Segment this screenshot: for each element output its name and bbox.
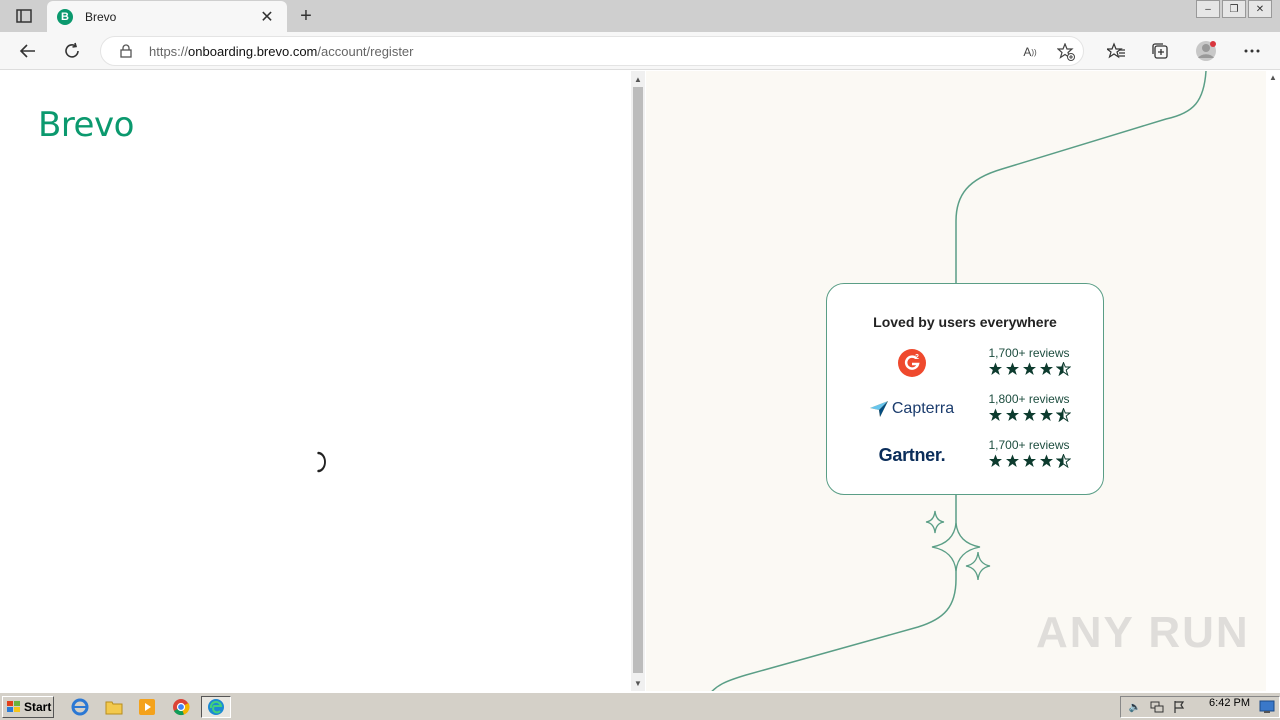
star-icon (1005, 408, 1019, 421)
show-desktop-icon[interactable] (1258, 697, 1276, 717)
refresh-button[interactable] (58, 39, 86, 63)
network-icon[interactable] (1149, 699, 1165, 715)
g2-logo-icon: 2 (857, 346, 967, 380)
g2-reviews-count: 1,700+ reviews (988, 346, 1070, 360)
favorites-icon (1107, 42, 1125, 59)
reviews-card: Loved by users everywhere 2 1,700+ revie… (826, 283, 1104, 495)
sparkle-small-icon (925, 510, 945, 534)
brevo-favicon-icon: B (57, 8, 73, 25)
right-scrollbar[interactable]: ▲ (1266, 71, 1280, 691)
tab-strip: B Brevo ✕ + – ❐ ✕ (0, 0, 1280, 32)
add-favorite-icon[interactable] (1055, 41, 1077, 63)
action-center-flag-icon[interactable] (1171, 699, 1187, 715)
register-pane: Brevo (0, 71, 630, 691)
left-scrollbar[interactable]: ▲ ▼ (631, 71, 645, 691)
half-star-icon (1055, 362, 1071, 376)
start-button[interactable]: Start (2, 696, 54, 718)
address-bar[interactable]: https://onboarding.brevo.com/account/reg… (100, 36, 1084, 66)
minimize-button[interactable]: – (1196, 0, 1220, 18)
start-label: Start (24, 700, 52, 714)
scroll-up-arrow-icon[interactable]: ▲ (1266, 73, 1280, 82)
system-tray: 🔈 (1120, 696, 1280, 718)
settings-more-button[interactable] (1238, 39, 1266, 63)
review-row-gartner: Gartner. 1,700+ reviews (827, 438, 1103, 478)
refresh-icon (65, 42, 79, 58)
collections-button[interactable] (1146, 39, 1174, 63)
star-icon (1039, 454, 1053, 467)
scroll-down-arrow-icon[interactable]: ▼ (631, 677, 645, 689)
star-icon (1039, 362, 1053, 375)
favorites-button[interactable] (1102, 39, 1130, 63)
tab-actions-button[interactable] (8, 4, 40, 28)
collections-icon (1152, 43, 1168, 59)
chrome-icon[interactable] (171, 697, 191, 717)
windows-flag-icon (7, 701, 20, 712)
reviews-card-title: Loved by users everywhere (873, 314, 1057, 330)
gartner-logo-icon: Gartner. (878, 444, 946, 465)
more-icon (1244, 49, 1260, 53)
star-icon (1022, 362, 1036, 375)
review-row-g2: 2 1,700+ reviews (827, 346, 1103, 386)
internet-explorer-icon[interactable] (70, 697, 90, 717)
profile-button[interactable] (1192, 39, 1220, 63)
profile-avatar-icon (1196, 41, 1216, 61)
capterra-reviews-count: 1,800+ reviews (988, 392, 1070, 406)
back-button[interactable] (14, 39, 42, 63)
close-window-button[interactable]: ✕ (1248, 0, 1272, 18)
close-tab-icon[interactable]: ✕ (257, 7, 277, 27)
star-icon (1005, 362, 1019, 375)
half-star-icon (1055, 408, 1071, 422)
svg-text:2: 2 (915, 354, 919, 361)
testimonial-pane: Loved by users everywhere 2 1,700+ revie… (646, 71, 1266, 691)
browser-toolbar: https://onboarding.brevo.com/account/reg… (0, 32, 1280, 70)
half-star-icon (1055, 454, 1071, 468)
capterra-star-rating (979, 408, 1079, 422)
star-icon (1022, 408, 1036, 421)
volume-icon[interactable]: 🔈 (1127, 699, 1143, 715)
anyrun-watermark: ANY RUN (1036, 608, 1250, 657)
gartner-star-rating (979, 454, 1079, 468)
lock-icon (120, 44, 132, 58)
star-icon (1039, 408, 1053, 421)
tab-actions-icon (16, 9, 32, 23)
review-row-capterra: Capterra 1,800+ reviews (827, 392, 1103, 432)
scroll-up-arrow-icon[interactable]: ▲ (631, 73, 645, 85)
star-icon (988, 408, 1002, 421)
edge-icon (208, 699, 224, 715)
new-tab-button[interactable]: + (294, 4, 318, 28)
tab-title: Brevo (85, 9, 117, 24)
taskbar: Start 🔈 6:42 PM (0, 692, 1280, 720)
star-icon (1005, 454, 1019, 467)
star-icon (1022, 454, 1036, 467)
restore-button[interactable]: ❐ (1222, 0, 1246, 18)
media-player-icon[interactable] (137, 697, 157, 717)
read-aloud-icon[interactable]: A)) (1019, 41, 1041, 63)
url-text: https://onboarding.brevo.com/account/reg… (149, 44, 414, 59)
g2-star-rating (979, 362, 1079, 376)
back-arrow-icon (19, 44, 35, 58)
capterra-logo-icon: Capterra (857, 392, 967, 426)
taskbar-clock[interactable]: 6:42 PM (1209, 697, 1250, 709)
edge-taskbar-button[interactable] (201, 696, 231, 718)
scroll-thumb[interactable] (633, 87, 643, 673)
sparkle-medium-icon (965, 551, 991, 581)
star-icon (988, 454, 1002, 467)
page-content: Brevo ▲ ▼ Loved by users everywhere 2 1,… (0, 71, 1280, 691)
file-explorer-icon[interactable] (104, 697, 124, 717)
loading-spinner-icon (317, 451, 326, 473)
gartner-reviews-count: 1,700+ reviews (988, 438, 1070, 452)
star-icon (988, 362, 1002, 375)
browser-tab[interactable]: B Brevo ✕ (47, 1, 287, 32)
brevo-logo[interactable]: Brevo (38, 105, 134, 145)
